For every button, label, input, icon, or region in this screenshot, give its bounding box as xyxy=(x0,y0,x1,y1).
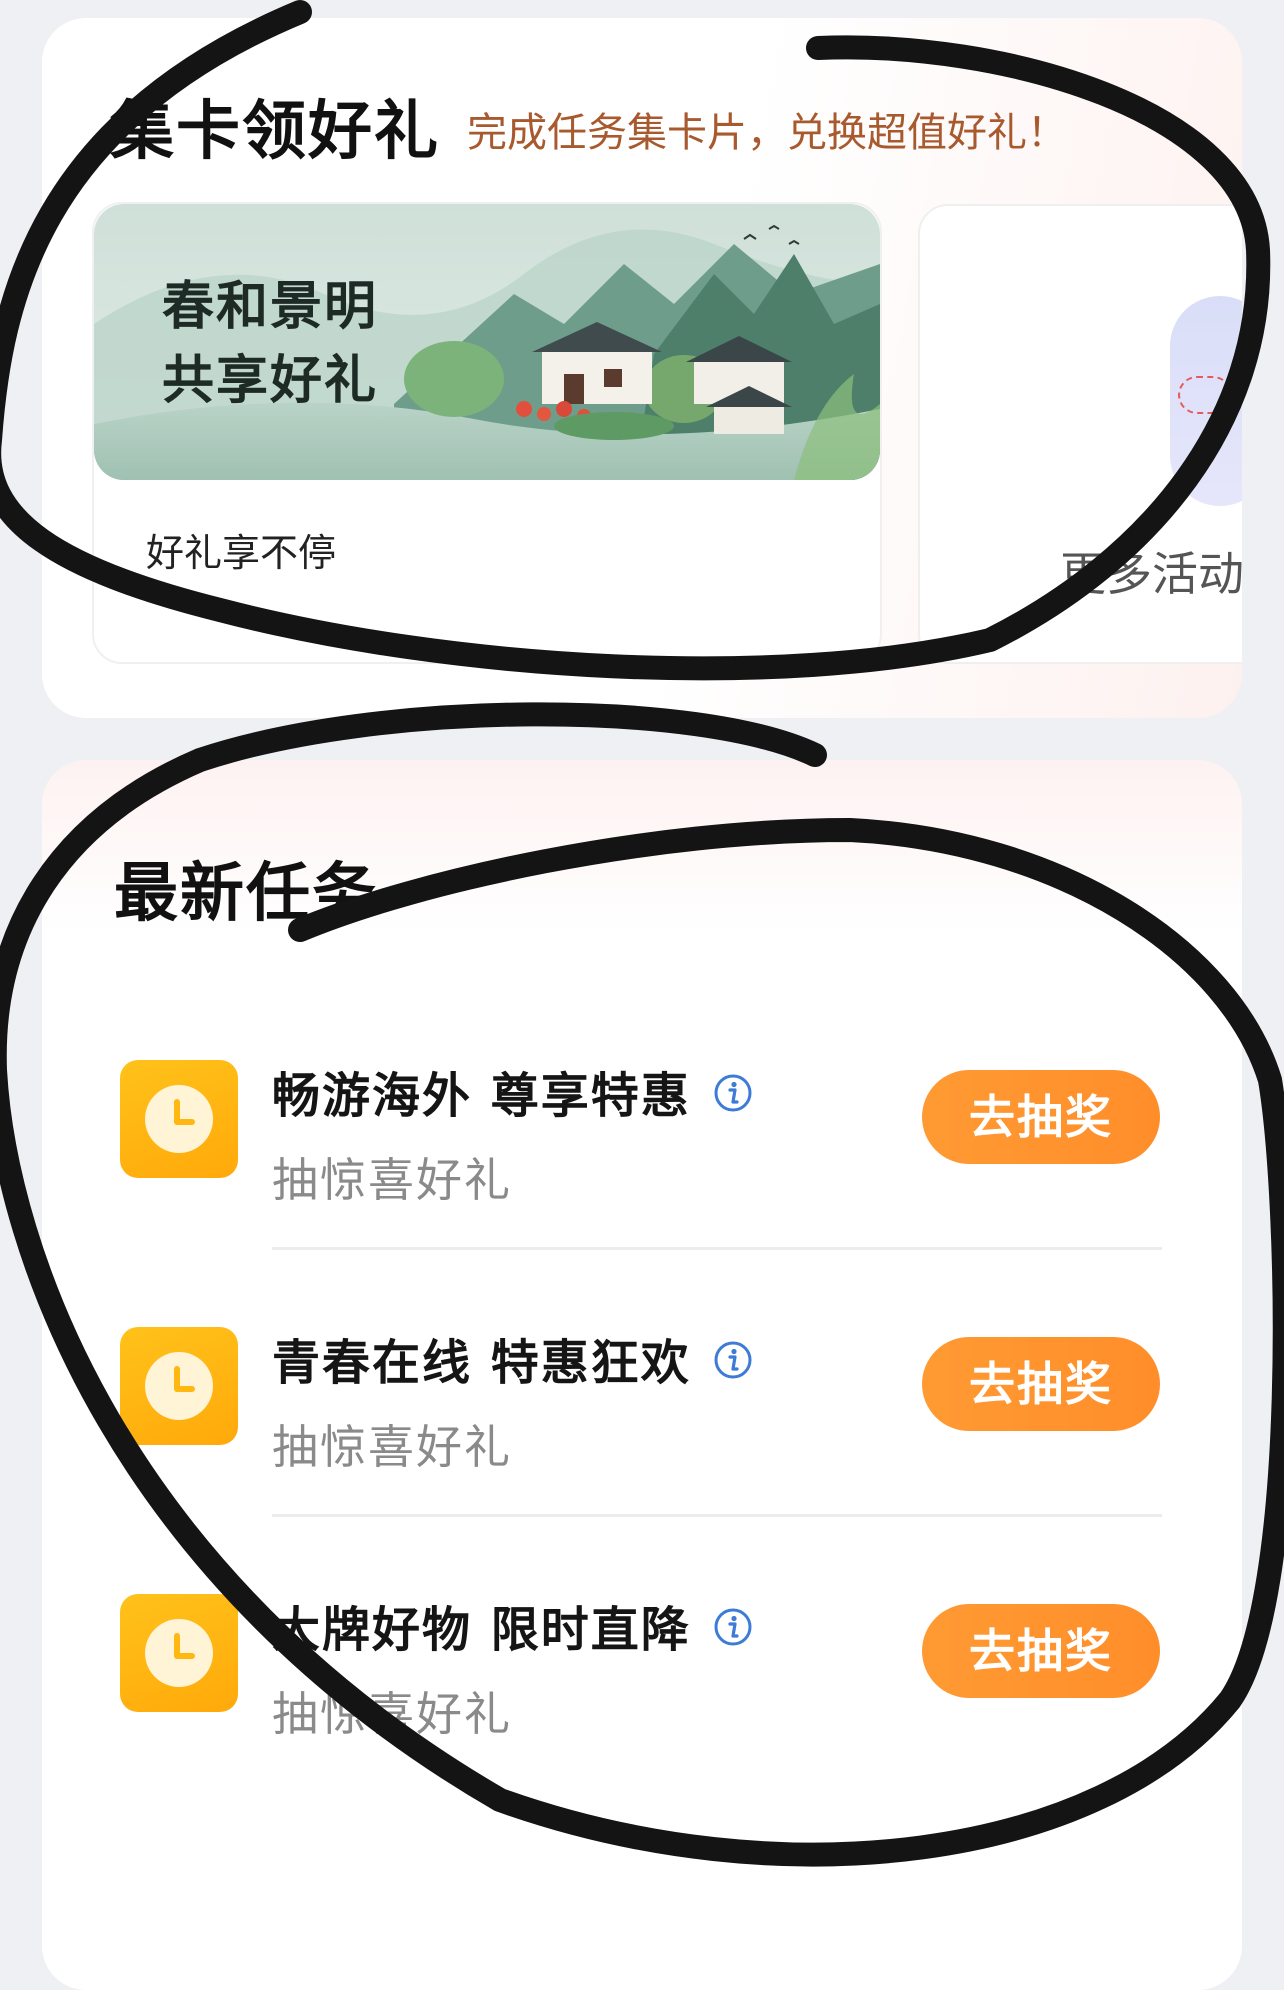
latest-tasks-section: 最新任务 畅游海外 尊享特惠 抽惊喜好礼 去抽奖 青春在线 特惠狂欢 抽惊喜好礼… xyxy=(42,760,1242,1990)
task-description: 抽惊喜好礼 xyxy=(272,1420,512,1474)
clock-icon xyxy=(120,1060,238,1178)
more-activities-card[interactable]: 更多活动 xyxy=(918,204,1242,664)
collect-card-section: 集卡领好礼 完成任务集卡片，兑换超值好礼！ 春和景明 共享好礼 好礼享不停 更多… xyxy=(42,18,1242,718)
info-icon[interactable] xyxy=(714,1341,752,1379)
draw-prize-button[interactable]: 去抽奖 xyxy=(922,1070,1160,1164)
promo-card[interactable]: 春和景明 共享好礼 好礼享不停 xyxy=(92,202,882,664)
info-icon[interactable] xyxy=(714,1074,752,1112)
section-title: 最新任务 xyxy=(114,857,378,931)
clock-icon xyxy=(120,1594,238,1712)
clock-icon xyxy=(120,1327,238,1445)
task-description: 抽惊喜好礼 xyxy=(272,1153,512,1207)
task-title: 青春在线 特惠狂欢 xyxy=(272,1335,691,1391)
banner-title-line-1: 春和景明 xyxy=(162,277,379,337)
banner-title-line-2: 共享好礼 xyxy=(162,351,379,411)
promo-caption: 好礼享不停 xyxy=(146,531,337,575)
more-activities-label: 更多活动 xyxy=(1060,547,1242,601)
task-row: 大牌好物 限时直降 抽惊喜好礼 去抽奖 xyxy=(42,1562,1242,1762)
task-title: 大牌好物 限时直降 xyxy=(272,1602,691,1658)
task-row: 畅游海外 尊享特惠 抽惊喜好礼 去抽奖 xyxy=(42,1028,1242,1228)
task-row: 青春在线 特惠狂欢 抽惊喜好礼 去抽奖 xyxy=(42,1295,1242,1495)
draw-prize-button[interactable]: 去抽奖 xyxy=(922,1337,1160,1431)
info-icon[interactable] xyxy=(714,1608,752,1646)
draw-prize-button[interactable]: 去抽奖 xyxy=(922,1604,1160,1698)
task-title: 畅游海外 尊享特惠 xyxy=(272,1068,691,1124)
task-description: 抽惊喜好礼 xyxy=(272,1687,512,1741)
section-title: 集卡领好礼 xyxy=(110,95,440,169)
section-subtitle: 完成任务集卡片，兑换超值好礼！ xyxy=(467,110,1067,156)
dashed-outline-icon xyxy=(1178,376,1232,414)
divider xyxy=(272,1247,1162,1250)
divider xyxy=(272,1514,1162,1517)
